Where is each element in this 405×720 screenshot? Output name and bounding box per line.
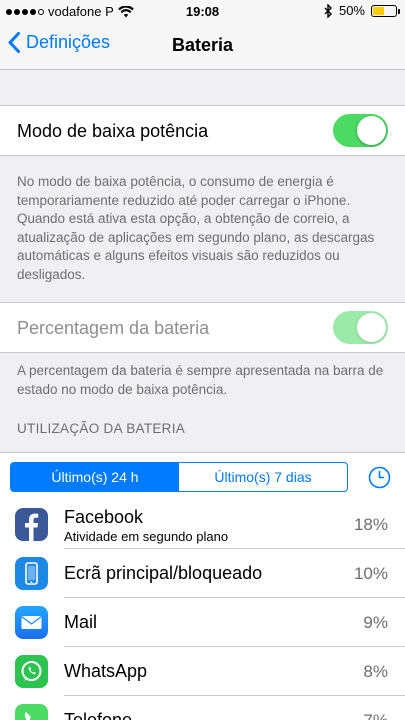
- whatsapp-icon: [15, 655, 48, 688]
- app-name: Telefone: [64, 710, 133, 720]
- segment-last-7-days[interactable]: Último(s) 7 dias: [179, 463, 347, 491]
- toggle-knob: [357, 116, 386, 145]
- app-row-mail[interactable]: Mail 9%: [0, 598, 405, 647]
- clock-icon[interactable]: [368, 466, 391, 489]
- app-row-facebook[interactable]: Facebook Atividade em segundo plano 18%: [0, 500, 405, 549]
- bluetooth-icon: [324, 3, 332, 18]
- app-percentage: 18%: [353, 515, 388, 534]
- toggle-knob: [357, 313, 386, 342]
- app-percentage: 8%: [363, 662, 388, 681]
- app-name: Ecrã principal/bloqueado: [64, 563, 263, 583]
- app-percentage: 10%: [353, 564, 388, 583]
- battery-icon: [371, 4, 400, 17]
- app-row-whatsapp[interactable]: WhatsApp 8%: [0, 647, 405, 696]
- battery-usage-header: UTILIZAÇÃO DA BATERIA: [17, 421, 186, 436]
- app-row-home-lock-screen[interactable]: Ecrã principal/bloqueado 10%: [0, 549, 405, 598]
- battery-percentage-toggle: [333, 311, 388, 344]
- battery-level-fill: [373, 6, 384, 15]
- mail-icon: [15, 606, 48, 639]
- battery-percentage-row: Percentagem da bateria: [0, 302, 405, 353]
- segment-last-24h[interactable]: Último(s) 24 h: [11, 463, 179, 491]
- battery-percent: 50%: [338, 3, 365, 18]
- low-power-mode-row: Modo de baixa potência: [0, 105, 405, 156]
- app-name: Facebook: [64, 507, 144, 527]
- navigation-bar: Definições Bateria: [0, 22, 405, 70]
- status-bar: vodafone P 19:08 50%: [0, 0, 405, 22]
- app-subtitle: Atividade em segundo plano: [64, 529, 229, 544]
- low-power-mode-description: No modo de baixa potência, o consumo de …: [17, 174, 375, 282]
- app-name: Mail: [64, 612, 98, 632]
- usage-period-bar: Último(s) 24 h Último(s) 7 dias: [0, 452, 405, 500]
- app-percentage: 7%: [363, 711, 388, 720]
- phone-icon: [15, 704, 48, 720]
- app-percentage: 9%: [363, 613, 388, 632]
- battery-usage-list: Facebook Atividade em segundo plano 18% …: [0, 500, 405, 720]
- app-row-phone[interactable]: Telefone 7%: [0, 696, 405, 720]
- facebook-icon: [15, 508, 48, 541]
- battery-percentage-description: A percentagem da bateria é sempre aprese…: [17, 363, 384, 397]
- low-power-mode-toggle[interactable]: [333, 114, 388, 147]
- phone-screen-icon: [15, 557, 48, 590]
- low-power-mode-label: Modo de baixa potência: [17, 121, 209, 141]
- status-right: 50%: [324, 3, 400, 18]
- usage-period-segmented-control: Último(s) 24 h Último(s) 7 dias: [10, 462, 348, 492]
- battery-percentage-label: Percentagem da bateria: [17, 318, 210, 338]
- page-title: Bateria: [171, 35, 234, 55]
- app-name: WhatsApp: [64, 661, 148, 681]
